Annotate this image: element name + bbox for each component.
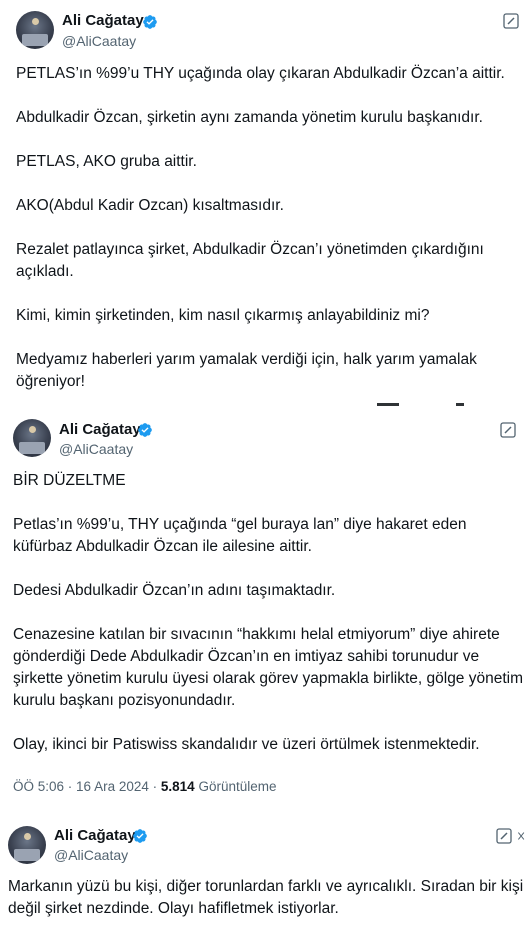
tweet-3: Ali Cağatay @AliCaatay Markanın yüzü bu … xyxy=(0,815,528,944)
verified-badge-icon xyxy=(138,423,152,437)
tweet-2: Ali Cağatay @AliCaatay BİR DÜZELTME Petl… xyxy=(0,408,528,808)
divider xyxy=(377,403,399,406)
avatar[interactable] xyxy=(16,11,54,49)
verified-badge-icon xyxy=(133,829,147,843)
tweet-text: BİR DÜZELTME Petlas’ın %99’u, THY uçağın… xyxy=(13,472,524,753)
author-name[interactable]: Ali Cağatay xyxy=(54,827,136,844)
author-handle[interactable]: @AliCaatay xyxy=(54,847,128,863)
avatar[interactable] xyxy=(13,419,51,457)
edit-icon[interactable] xyxy=(503,13,519,29)
views-label: Görüntüleme xyxy=(198,779,277,794)
author-handle[interactable]: @AliCaatay xyxy=(59,441,133,457)
edit-icon[interactable] xyxy=(496,828,512,844)
view-count: 5.814 xyxy=(160,779,195,794)
author-name[interactable]: Ali Cağatay xyxy=(59,421,141,438)
verified-badge-icon xyxy=(143,15,157,29)
close-icon[interactable] xyxy=(517,828,528,844)
edit-icon[interactable] xyxy=(500,422,516,438)
divider xyxy=(456,403,464,406)
author-handle[interactable]: @AliCaatay xyxy=(62,33,136,49)
tweet-date[interactable]: 16 Ara 2024 xyxy=(76,779,149,794)
tweet-text: Markanın yüzü bu kişi, diğer torunlardan… xyxy=(8,878,528,917)
tweet-text: PETLAS’ın %99’u THY uçağında olay çıkara… xyxy=(16,65,505,390)
tweet-time[interactable]: ÖÖ 5:06 xyxy=(13,779,64,794)
tweet-meta: ÖÖ 5:06 · 16 Ara 2024 · 5.814 Görüntülem… xyxy=(13,779,277,794)
avatar[interactable] xyxy=(8,826,46,864)
author-name[interactable]: Ali Cağatay xyxy=(62,12,144,29)
tweet-1: Ali Cağatay @AliCaatay PETLAS’ın %99’u T… xyxy=(0,0,528,405)
